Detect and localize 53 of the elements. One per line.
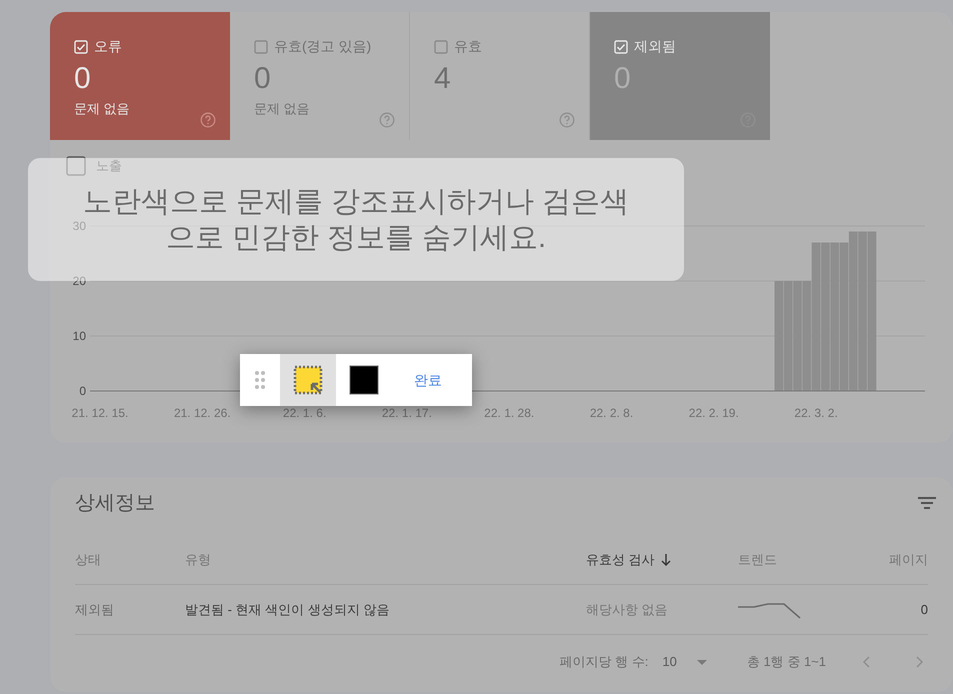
table-cell-text: 발견됨 - 현재 색인이 생성되지 않음	[185, 600, 390, 619]
checkbox[interactable]	[66, 156, 86, 176]
filter-icon[interactable]	[918, 496, 936, 510]
x-tick-label: 22. 2. 19.	[688, 406, 739, 420]
checkbox[interactable]	[254, 40, 268, 54]
tile-subtitle: 문제 없음	[254, 100, 311, 118]
column-header[interactable]: 유효성 검사	[586, 550, 655, 570]
tile-label: 유효(경고 있음)	[274, 37, 372, 56]
x-tick-label: 22. 1. 17.	[382, 406, 432, 420]
drag-handle-icon[interactable]	[255, 370, 265, 390]
column-header[interactable]: 트렌드	[738, 550, 777, 570]
previous-page-icon[interactable]	[862, 656, 870, 668]
x-tick-label: 21. 12. 26.	[174, 406, 231, 420]
y-tick-label: 20	[72, 274, 86, 288]
table-cell-text: 0	[920, 600, 928, 619]
redaction-tool-icon	[349, 365, 379, 395]
y-tick-label: 10	[72, 329, 86, 343]
x-tick-label: 22. 2. 8.	[590, 406, 634, 420]
tile-count: 0	[74, 61, 92, 97]
x-tick-label: 21. 12. 15.	[72, 406, 128, 420]
checked-checkbox[interactable]	[74, 40, 88, 54]
highlight-tool-icon	[293, 365, 323, 395]
tile-count: 4	[434, 61, 452, 97]
trend-sparkline	[738, 600, 802, 618]
tile-count: 0	[254, 61, 272, 97]
column-header[interactable]: 유형	[185, 550, 211, 570]
tile-label: 제외됨	[634, 37, 676, 56]
x-tick-label: 22. 1. 6.	[282, 406, 326, 420]
x-tick-label: 22. 1. 28.	[484, 406, 534, 420]
column-header[interactable]: 상태	[75, 550, 101, 570]
help-icon[interactable]	[379, 112, 395, 128]
column-header[interactable]: 페이지	[889, 550, 928, 570]
section-title: 상세정보	[75, 491, 155, 516]
help-icon[interactable]	[200, 112, 216, 128]
sort-arrow-icon	[660, 554, 671, 566]
y-tick-label: 0	[79, 384, 86, 398]
checkbox[interactable]	[434, 40, 448, 54]
page-range: 총 1행 중 1~1	[746, 653, 826, 672]
rows-per-page-dropdown[interactable]: 10	[662, 652, 707, 672]
tile-subtitle: 문제 없음	[74, 100, 131, 118]
rows-per-page-label: 페이지당 행 수:	[560, 653, 648, 672]
caret-icon	[696, 660, 707, 664]
tool-button[interactable]	[336, 354, 392, 406]
next-page-icon[interactable]	[916, 656, 924, 668]
status-tile[interactable]: 오류 0 문제 없음	[50, 12, 230, 140]
tile-label: 유효	[454, 37, 482, 56]
tile-label: 오류	[94, 37, 122, 56]
table-cell-text: 제외됨	[75, 600, 115, 619]
x-tick-label: 22. 3. 2.	[794, 406, 838, 420]
checked-checkbox[interactable]	[614, 40, 628, 54]
done-button[interactable]: 완료	[404, 364, 452, 396]
table-cell-text: 해당사항 없음	[586, 600, 669, 619]
help-icon[interactable]	[559, 112, 575, 128]
